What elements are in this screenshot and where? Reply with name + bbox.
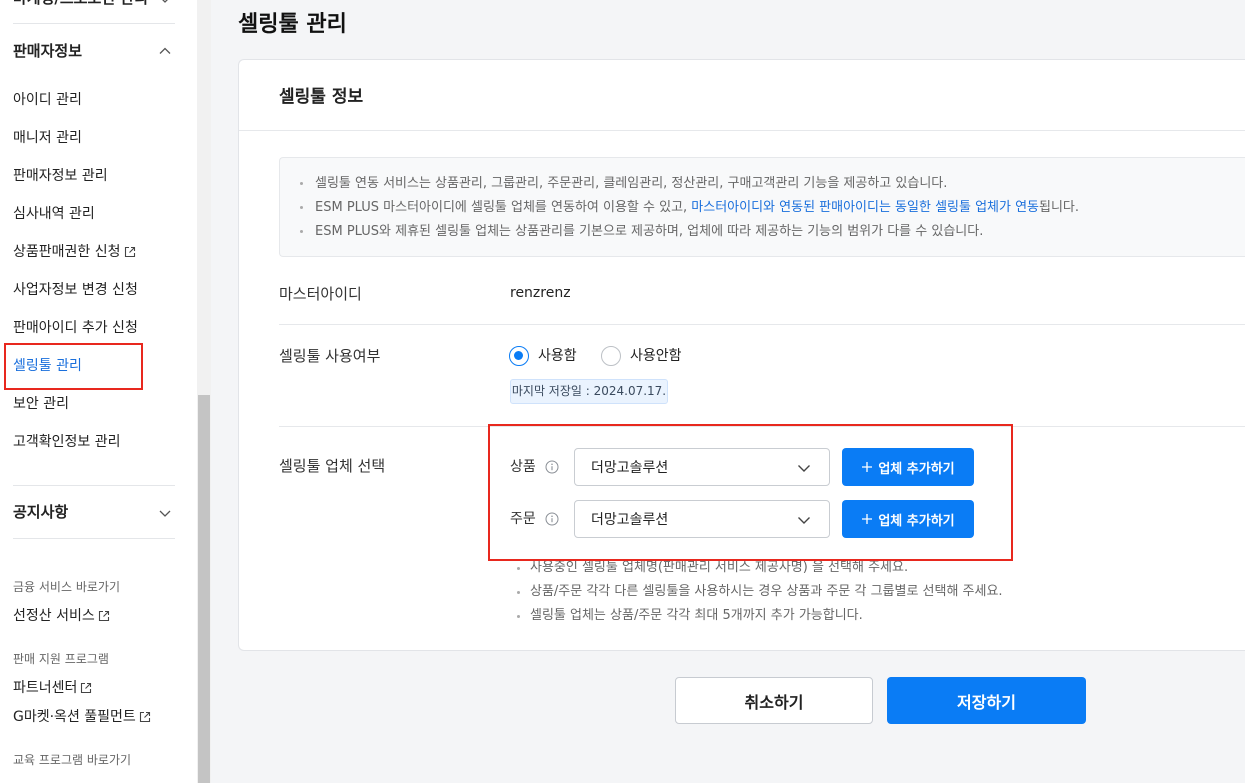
add-product-vendor-button[interactable]: 업체 추가하기 [842, 448, 974, 486]
shortcut-link-label: 파트너센터 [13, 680, 78, 696]
vendor-note-highlight: 셀링툴 업체는 상품/주문 각각 최대 5개까지 추가 가능합니다. [530, 608, 863, 623]
sidebar-item-label: 아이디 관리 [13, 92, 82, 108]
external-link-icon [80, 682, 92, 694]
info-icon[interactable] [545, 460, 559, 474]
external-link-icon [124, 246, 136, 258]
info-line: ESM PLUS와 제휴된 셀링툴 업체는 상품관리를 기본으로 제공하며, 업… [315, 224, 984, 239]
sidebar-item-label: 고객확인정보 관리 [13, 434, 121, 450]
bullet-dot [300, 230, 303, 233]
sidebar-item-label: 판매자정보 관리 [13, 168, 108, 184]
sidebar-section-seller-info[interactable]: 판매자정보 [13, 40, 82, 62]
select-value: 더망고솔루션 [591, 512, 669, 528]
plus-icon [861, 461, 873, 473]
shortcut-link-label: 선정산 서비스 [13, 608, 95, 624]
sidebar-item-label: 보안 관리 [13, 396, 69, 412]
info-icon[interactable] [545, 512, 559, 526]
shortcut-group-title: 판매 지원 프로그램 [13, 652, 109, 666]
shortcut-link-partner-center[interactable]: 파트너센터 [13, 677, 92, 699]
add-order-vendor-button[interactable]: 업체 추가하기 [842, 500, 974, 538]
info-line-text: ESM PLUS 마스터아이디에 셀링툴 업체를 연동하여 이용할 수 있고, [315, 200, 692, 215]
sidebar-divider [13, 485, 175, 486]
sidebar-item-sales-permission[interactable]: 상품판매권한 신청 [13, 241, 136, 263]
radio-not-use-label[interactable]: 사용안함 [630, 346, 682, 366]
sidebar-item-label: 심사내역 관리 [13, 206, 95, 222]
info-line: ESM PLUS 마스터아이디에 셀링툴 업체를 연동하여 이용할 수 있고, … [315, 198, 1079, 218]
info-line-text: 됩니다. [1039, 200, 1080, 215]
shortcut-group-title: 교육 프로그램 바로가기 [13, 753, 132, 767]
order-vendor-select[interactable]: 더망고솔루션 [574, 500, 830, 538]
bullet-dot [517, 591, 520, 594]
order-vendor-label: 주문 [510, 511, 536, 527]
vendor-note: 상품/주문 각각 다른 셀링툴을 사용하시는 경우 상품과 주문 각 그룹별로 … [530, 584, 1003, 599]
plus-icon [861, 513, 873, 525]
chevron-down-icon [796, 512, 812, 528]
sidebar-item-security[interactable]: 보안 관리 [13, 393, 69, 415]
sidebar-item-selling-tool[interactable]: 셀링툴 관리 [13, 355, 82, 377]
vendor-note: 사용중인 셀링툴 업체명(판매관리 서비스 제공사명) 을 선택해 주세요. [530, 560, 909, 575]
master-id-value: renzrenz [510, 285, 571, 301]
radio-use-label[interactable]: 사용함 [538, 346, 577, 366]
add-button-label: 업체 추가하기 [878, 513, 955, 529]
sidebar-item-add-seller-id[interactable]: 판매아이디 추가 신청 [13, 317, 138, 339]
app-root: 마케팅/프로모션 관리 판매자정보 아이디 관리 매니저 관리 판매자정보 관리… [0, 0, 1245, 783]
last-saved-badge: 마지막 저장일 : 2024.07.17. [510, 379, 668, 404]
sidebar-section-marketing[interactable]: 마케팅/프로모션 관리 [13, 0, 148, 9]
scrollbar-thumb[interactable] [198, 395, 210, 783]
sidebar-item-label: 셀링툴 관리 [13, 358, 82, 374]
page-title: 셀링툴 관리 [238, 12, 347, 37]
radio-not-use[interactable] [601, 346, 621, 366]
shortcut-link-label: G마켓·옥션 풀필먼트 [13, 709, 136, 725]
sidebar-item-manager-management[interactable]: 매니저 관리 [13, 127, 82, 149]
sidebar-item-id-management[interactable]: 아이디 관리 [13, 89, 82, 111]
product-vendor-label: 상품 [510, 459, 536, 475]
bullet-dot [517, 567, 520, 570]
shortcut-group-title: 금융 서비스 바로가기 [13, 580, 120, 594]
select-value: 더망고솔루션 [591, 460, 669, 476]
usage-label: 셀링툴 사용여부 [279, 347, 381, 365]
shortcut-link-fulfillment[interactable]: G마켓·옥션 풀필먼트 [13, 706, 151, 728]
external-link-icon [139, 711, 151, 723]
sidebar: 마케팅/프로모션 관리 판매자정보 아이디 관리 매니저 관리 판매자정보 관리… [0, 0, 197, 783]
info-line: 셀링툴 연동 서비스는 상품관리, 그룹관리, 주문관리, 클레임관리, 정산관… [315, 176, 948, 191]
sidebar-item-label: 사업자정보 변경 신청 [13, 282, 138, 298]
selling-tool-card: 셀링툴 정보 셀링툴 연동 서비스는 상품관리, 그룹관리, 주문관리, 클레임… [238, 59, 1245, 651]
card-header-divider [239, 130, 1245, 131]
row-divider [279, 426, 1245, 427]
master-id-label: 마스터아이디 [279, 285, 362, 303]
sidebar-item-label: 판매아이디 추가 신청 [13, 320, 138, 336]
sidebar-item-label: 상품판매권한 신청 [13, 244, 121, 260]
shortcut-link-pre-settlement[interactable]: 선정산 서비스 [13, 605, 110, 627]
bullet-dot [517, 615, 520, 618]
info-notice-box: 셀링툴 연동 서비스는 상품관리, 그룹관리, 주문관리, 클레임관리, 정산관… [279, 157, 1245, 257]
sidebar-item-business-info-change[interactable]: 사업자정보 변경 신청 [13, 279, 138, 301]
bullet-dot [300, 182, 303, 185]
sidebar-divider [13, 538, 175, 539]
info-line-highlight: 마스터아이디와 연동된 판매아이디는 동일한 셀링툴 업체가 연동 [691, 200, 1040, 215]
sidebar-item-customer-verification[interactable]: 고객확인정보 관리 [13, 431, 121, 453]
sidebar-item-review-history[interactable]: 심사내역 관리 [13, 203, 95, 225]
row-divider [279, 324, 1245, 325]
vendor-select-label: 셀링툴 업체 선택 [279, 457, 386, 475]
chevron-down-icon[interactable] [157, 505, 173, 521]
sidebar-divider [13, 23, 175, 24]
product-vendor-select[interactable]: 더망고솔루션 [574, 448, 830, 486]
cancel-button[interactable]: 취소하기 [675, 677, 873, 724]
sidebar-scrollbar[interactable] [197, 0, 211, 783]
save-button[interactable]: 저장하기 [887, 677, 1086, 724]
chevron-down-icon[interactable] [157, 0, 173, 7]
card-title: 셀링툴 정보 [279, 87, 364, 107]
radio-use[interactable] [509, 346, 529, 366]
sidebar-item-label: 매니저 관리 [13, 130, 82, 146]
add-button-label: 업체 추가하기 [878, 461, 955, 477]
chevron-down-icon [796, 460, 812, 476]
chevron-up-icon[interactable] [157, 43, 173, 59]
sidebar-item-seller-info-management[interactable]: 판매자정보 관리 [13, 165, 108, 187]
bullet-dot [300, 206, 303, 209]
external-link-icon [98, 610, 110, 622]
sidebar-section-notice[interactable]: 공지사항 [13, 501, 68, 523]
